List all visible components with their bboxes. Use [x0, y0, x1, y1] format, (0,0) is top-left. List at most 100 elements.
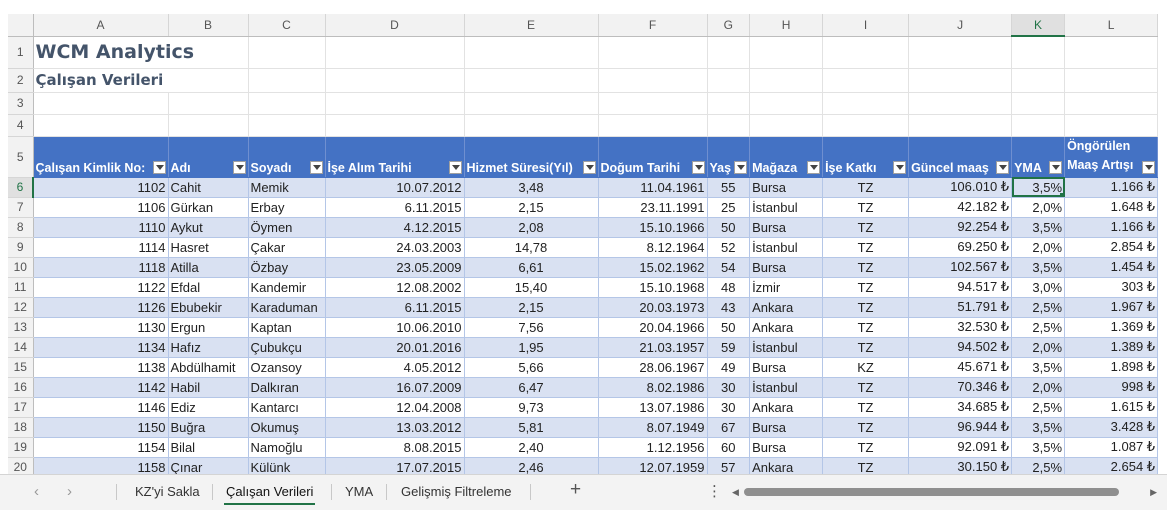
row-number[interactable]: 8: [8, 217, 34, 238]
filter-dropdown-icon[interactable]: [582, 160, 596, 174]
name-cell[interactable]: Ebubekir: [168, 297, 249, 318]
surname-cell[interactable]: Öymen: [248, 217, 326, 238]
tenure-cell[interactable]: 2,08: [464, 217, 599, 238]
contribution-cell[interactable]: TZ: [822, 457, 910, 474]
filter-dropdown-icon[interactable]: [152, 160, 166, 174]
empty-cell[interactable]: [707, 114, 751, 137]
name-cell[interactable]: Abdülhamit: [168, 357, 249, 378]
column-header[interactable]: C: [248, 14, 326, 37]
name-cell[interactable]: Ediz: [168, 397, 249, 418]
hire-date-cell[interactable]: 4.12.2015: [325, 217, 465, 238]
employee-id-cell[interactable]: 1134: [33, 337, 169, 358]
empty-cell[interactable]: [464, 68, 599, 93]
tenure-cell[interactable]: 6,47: [464, 377, 599, 398]
chevron-left-icon[interactable]: ‹: [34, 483, 39, 500]
name-cell[interactable]: Buğra: [168, 417, 249, 438]
header-projected-raise[interactable]: Öngörülen Maaş Artışı: [1064, 136, 1159, 178]
hire-date-cell[interactable]: 6.11.2015: [325, 297, 465, 318]
name-cell[interactable]: Gürkan: [168, 197, 249, 218]
employee-id-cell[interactable]: 1130: [33, 317, 169, 338]
header-contribution[interactable]: İşe Katkı: [822, 136, 910, 178]
contribution-cell[interactable]: TZ: [822, 337, 910, 358]
projected-raise-cell[interactable]: 303 ₺: [1064, 277, 1159, 298]
surname-cell[interactable]: Külünk: [248, 457, 326, 474]
store-cell[interactable]: İstanbul: [749, 197, 824, 218]
header-employee-id[interactable]: Çalışan Kimlik No:: [33, 136, 169, 178]
empty-cell[interactable]: [908, 68, 1013, 93]
contribution-cell[interactable]: TZ: [822, 197, 910, 218]
empty-cell[interactable]: [325, 92, 465, 115]
row-number[interactable]: 1: [8, 36, 34, 69]
report-subtitle[interactable]: Çalışan Verileri: [33, 68, 249, 93]
empty-cell[interactable]: [325, 68, 465, 93]
row-number[interactable]: 2: [8, 68, 34, 93]
empty-cell[interactable]: [325, 114, 465, 137]
age-cell[interactable]: 25: [707, 197, 751, 218]
employee-id-cell[interactable]: 1110: [33, 217, 169, 238]
more-vertical-icon[interactable]: ⋮: [707, 482, 722, 500]
empty-cell[interactable]: [1011, 68, 1066, 93]
header-hire-date[interactable]: İşe Alım Tarihi: [325, 136, 465, 178]
empty-cell[interactable]: [749, 114, 824, 137]
empty-cell[interactable]: [248, 92, 326, 115]
empty-cell[interactable]: [248, 114, 326, 137]
tenure-cell[interactable]: 14,78: [464, 237, 599, 258]
empty-cell[interactable]: [1064, 68, 1159, 93]
name-cell[interactable]: Atilla: [168, 257, 249, 278]
tenure-cell[interactable]: 5,66: [464, 357, 599, 378]
surname-cell[interactable]: Çubukçu: [248, 337, 326, 358]
birth-date-cell[interactable]: 15.02.1962: [598, 257, 708, 278]
birth-date-cell[interactable]: 23.11.1991: [598, 197, 708, 218]
birth-date-cell[interactable]: 8.12.1964: [598, 237, 708, 258]
spreadsheet-grid[interactable]: ABCDEFGHIJKL 1 WCM Analytics 2 Çalışan V…: [0, 0, 1167, 474]
name-cell[interactable]: Çınar: [168, 457, 249, 474]
projected-raise-cell[interactable]: 1.615 ₺: [1064, 397, 1159, 418]
filter-dropdown-icon[interactable]: [309, 160, 323, 174]
empty-cell[interactable]: [749, 36, 824, 69]
store-cell[interactable]: Ankara: [749, 317, 824, 338]
empty-cell[interactable]: [908, 92, 1013, 115]
surname-cell[interactable]: Kantarcı: [248, 397, 326, 418]
row-number[interactable]: 16: [8, 377, 34, 398]
empty-cell[interactable]: [1064, 92, 1159, 115]
projected-raise-cell[interactable]: 1.898 ₺: [1064, 357, 1159, 378]
row-number[interactable]: 3: [8, 92, 34, 115]
surname-cell[interactable]: Çakar: [248, 237, 326, 258]
hire-date-cell[interactable]: 16.07.2009: [325, 377, 465, 398]
empty-cell[interactable]: [168, 114, 249, 137]
select-all-corner[interactable]: [8, 14, 34, 37]
header-store[interactable]: Mağaza: [749, 136, 824, 178]
name-cell[interactable]: Efdal: [168, 277, 249, 298]
store-cell[interactable]: İstanbul: [749, 377, 824, 398]
contribution-cell[interactable]: TZ: [822, 297, 910, 318]
tenure-cell[interactable]: 6,61: [464, 257, 599, 278]
employee-id-cell[interactable]: 1150: [33, 417, 169, 438]
row-number[interactable]: 10: [8, 257, 34, 278]
header-name[interactable]: Adı: [168, 136, 249, 178]
yma-cell[interactable]: 2,0%: [1011, 377, 1066, 398]
store-cell[interactable]: İstanbul: [749, 237, 824, 258]
contribution-cell[interactable]: TZ: [822, 317, 910, 338]
filter-dropdown-icon[interactable]: [232, 160, 246, 174]
yma-cell[interactable]: 2,0%: [1011, 197, 1066, 218]
tenure-cell[interactable]: 9,73: [464, 397, 599, 418]
yma-cell[interactable]: 2,5%: [1011, 397, 1066, 418]
salary-cell[interactable]: 106.010 ₺: [908, 177, 1013, 198]
empty-cell[interactable]: [707, 92, 751, 115]
name-cell[interactable]: Hasret: [168, 237, 249, 258]
empty-cell[interactable]: [598, 36, 708, 69]
salary-cell[interactable]: 102.567 ₺: [908, 257, 1013, 278]
empty-cell[interactable]: [1011, 114, 1066, 137]
empty-cell[interactable]: [1064, 36, 1159, 69]
age-cell[interactable]: 57: [707, 457, 751, 474]
surname-cell[interactable]: Okumuş: [248, 417, 326, 438]
hire-date-cell[interactable]: 17.07.2015: [325, 457, 465, 474]
tenure-cell[interactable]: 3,48: [464, 177, 599, 198]
column-header[interactable]: J: [908, 14, 1013, 37]
employee-id-cell[interactable]: 1142: [33, 377, 169, 398]
row-number[interactable]: 6: [8, 177, 34, 198]
hire-date-cell[interactable]: 13.03.2012: [325, 417, 465, 438]
column-header[interactable]: B: [168, 14, 249, 37]
tab-calisan-verileri[interactable]: Çalışan Verileri: [224, 483, 316, 505]
store-cell[interactable]: Ankara: [749, 397, 824, 418]
